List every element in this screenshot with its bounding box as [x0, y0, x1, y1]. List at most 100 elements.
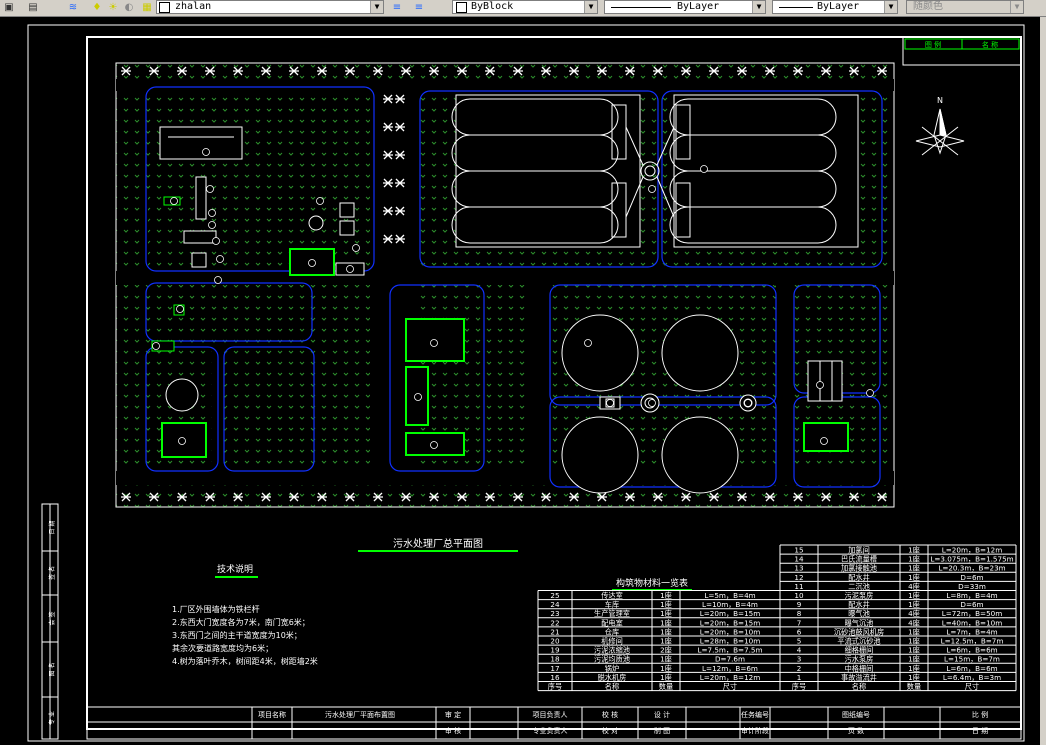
title-block-cell: 审 核: [445, 726, 461, 735]
table-cell: 2座: [660, 646, 672, 655]
number-marker: [152, 342, 160, 350]
plotstyle-value: 随颜色: [913, 1, 943, 12]
table-cell: L=40m，B=10m: [942, 618, 1002, 627]
sun-icon[interactable]: ☀: [106, 1, 120, 14]
drawing-canvas[interactable]: 图 例 名 称 N 污水处理厂总平面图 技术说明 1.厂区外围墙体为铁栏杆 2.…: [0, 17, 1040, 745]
cad-toolbar: ▣ ▤ ≋ ♦ ☀ ◐ ▦ zhalan ▼ ≡ ≡ ByBlock ▼ ByL…: [0, 0, 1046, 17]
color-combo[interactable]: ByBlock ▼: [452, 0, 598, 14]
layer-name: zhalan: [175, 1, 212, 12]
table-cell: 25: [550, 591, 559, 600]
table-cell: 巴氏流量槽: [841, 555, 877, 564]
table-cell: L=12.5m，B=7m: [941, 637, 1004, 646]
table-cell: 污泥均质池: [594, 655, 630, 664]
table-cell: 车库: [605, 600, 619, 609]
legend-box: 图 例 名 称: [902, 36, 1022, 66]
layer-combo[interactable]: zhalan ▼: [156, 0, 384, 14]
table-cell: 1座: [660, 627, 672, 636]
table-cell: 9: [797, 600, 802, 609]
freeze-vp-icon[interactable]: ◐: [122, 1, 136, 14]
note-line: 其余次要道路宽度均为6米；: [172, 643, 273, 653]
table-cell: 机修间: [601, 637, 623, 646]
table-cell: 13: [794, 564, 803, 573]
table-cell: 细格栅间: [845, 646, 874, 655]
title-block-cell: 日 期: [972, 727, 988, 735]
site-plan: [115, 62, 895, 508]
lineweight-preview: [779, 7, 813, 8]
linetype-combo[interactable]: ByLayer ▼: [604, 0, 766, 14]
table-cell: 7: [797, 618, 802, 627]
table-cell: L=72m，B=50m: [942, 609, 1002, 618]
number-marker: [208, 221, 216, 229]
table-cell: D=6m: [960, 600, 983, 609]
lightbulb-icon[interactable]: ♦: [90, 1, 104, 14]
table-cell: 20: [550, 637, 560, 646]
table-header-cell: 尺寸: [965, 682, 979, 691]
table-cell: 配水井: [848, 573, 870, 582]
layers-icon[interactable]: ≋: [66, 1, 80, 14]
number-marker: [430, 339, 438, 347]
side-strip-label: 日 期: [48, 521, 56, 535]
lock-icon[interactable]: ▦: [140, 1, 154, 14]
layer-state-icon[interactable]: ≡: [412, 1, 426, 14]
legend-col-1: 图 例: [925, 40, 941, 49]
title-block-cell: 设 计: [654, 710, 670, 719]
note-line: 2.东西大门宽度各为7米，南门宽6米；: [172, 617, 310, 627]
color-combo-value: ByBlock: [471, 1, 514, 12]
table-cell: L=20m，B=10m: [700, 627, 760, 636]
number-marker: [700, 165, 708, 173]
layer-previous-icon[interactable]: ▤: [26, 1, 40, 14]
table-cell: 事故溢流井: [841, 673, 877, 682]
side-strip: 日 期签 名会 签图 名专 业: [41, 503, 59, 740]
table-cell: L=6m，B=6m: [946, 664, 997, 673]
chevron-down-icon[interactable]: ▼: [584, 1, 597, 13]
table-cell: 二沉池: [848, 582, 870, 591]
table-header-cell: 数量: [907, 682, 921, 691]
table-cell: 1座: [908, 646, 920, 655]
vertical-scrollbar[interactable]: [1040, 17, 1046, 745]
side-strip-label: 专 业: [48, 711, 56, 725]
lineweight-combo[interactable]: ByLayer ▼: [772, 0, 898, 14]
number-marker: [214, 276, 222, 284]
number-marker: [430, 441, 438, 449]
chevron-down-icon[interactable]: ▼: [752, 1, 765, 13]
table-cell: 4座: [908, 609, 920, 618]
title-block: 项目名称 污水处理厂平面布置图 审 定 项目负责人 校 核 设 计 任务编号 图纸编号 比 例审…: [86, 706, 1022, 740]
layer-color-swatch: [159, 2, 170, 13]
plotstyle-combo[interactable]: 随颜色 ▼: [906, 0, 1024, 14]
number-marker: [346, 265, 354, 273]
number-marker: [212, 237, 220, 245]
table-cell: L=20m，B=15m: [700, 618, 760, 627]
number-marker: [866, 389, 874, 397]
title-block-cell: 项目负责人: [533, 710, 568, 719]
chevron-down-icon[interactable]: ▼: [370, 1, 383, 13]
layer-manager-icon[interactable]: ▣: [2, 1, 16, 14]
table-cell: 曝气池: [848, 609, 870, 618]
table-cell: 传达室: [601, 591, 623, 600]
table-cell: 2: [797, 664, 802, 673]
table-cell: 16: [550, 673, 560, 682]
table-cell: L=6m，B=6m: [946, 646, 997, 655]
table-cell: 1座: [908, 600, 920, 609]
table-cell: 1: [797, 673, 802, 682]
linetype-value: ByLayer: [677, 1, 720, 12]
table-cell: 24: [550, 600, 560, 609]
chevron-down-icon[interactable]: ▼: [1010, 1, 1023, 13]
table-cell: 仓库: [605, 627, 619, 636]
table-cell: 8: [797, 609, 802, 618]
table-cell: 5: [797, 637, 802, 646]
table-cell: L=12m，B=6m: [702, 664, 758, 673]
number-marker: [584, 339, 592, 347]
table-cell: L=28m，B=10m: [700, 637, 760, 646]
make-current-icon[interactable]: ≡: [390, 1, 404, 14]
chevron-down-icon[interactable]: ▼: [884, 1, 897, 13]
table-cell: 10: [794, 591, 804, 600]
title-block-cell: 页 数: [848, 726, 864, 735]
legend-col-2: 名 称: [982, 40, 998, 49]
north-arrow: N: [915, 96, 965, 156]
table-cell: 1座: [660, 609, 672, 618]
number-marker: [316, 197, 324, 205]
table-cell: 1座: [908, 555, 920, 564]
table-cell: 1座: [908, 673, 920, 682]
table-cell: 1座: [660, 655, 672, 664]
title-block-cell: 专业负责人: [533, 726, 568, 735]
